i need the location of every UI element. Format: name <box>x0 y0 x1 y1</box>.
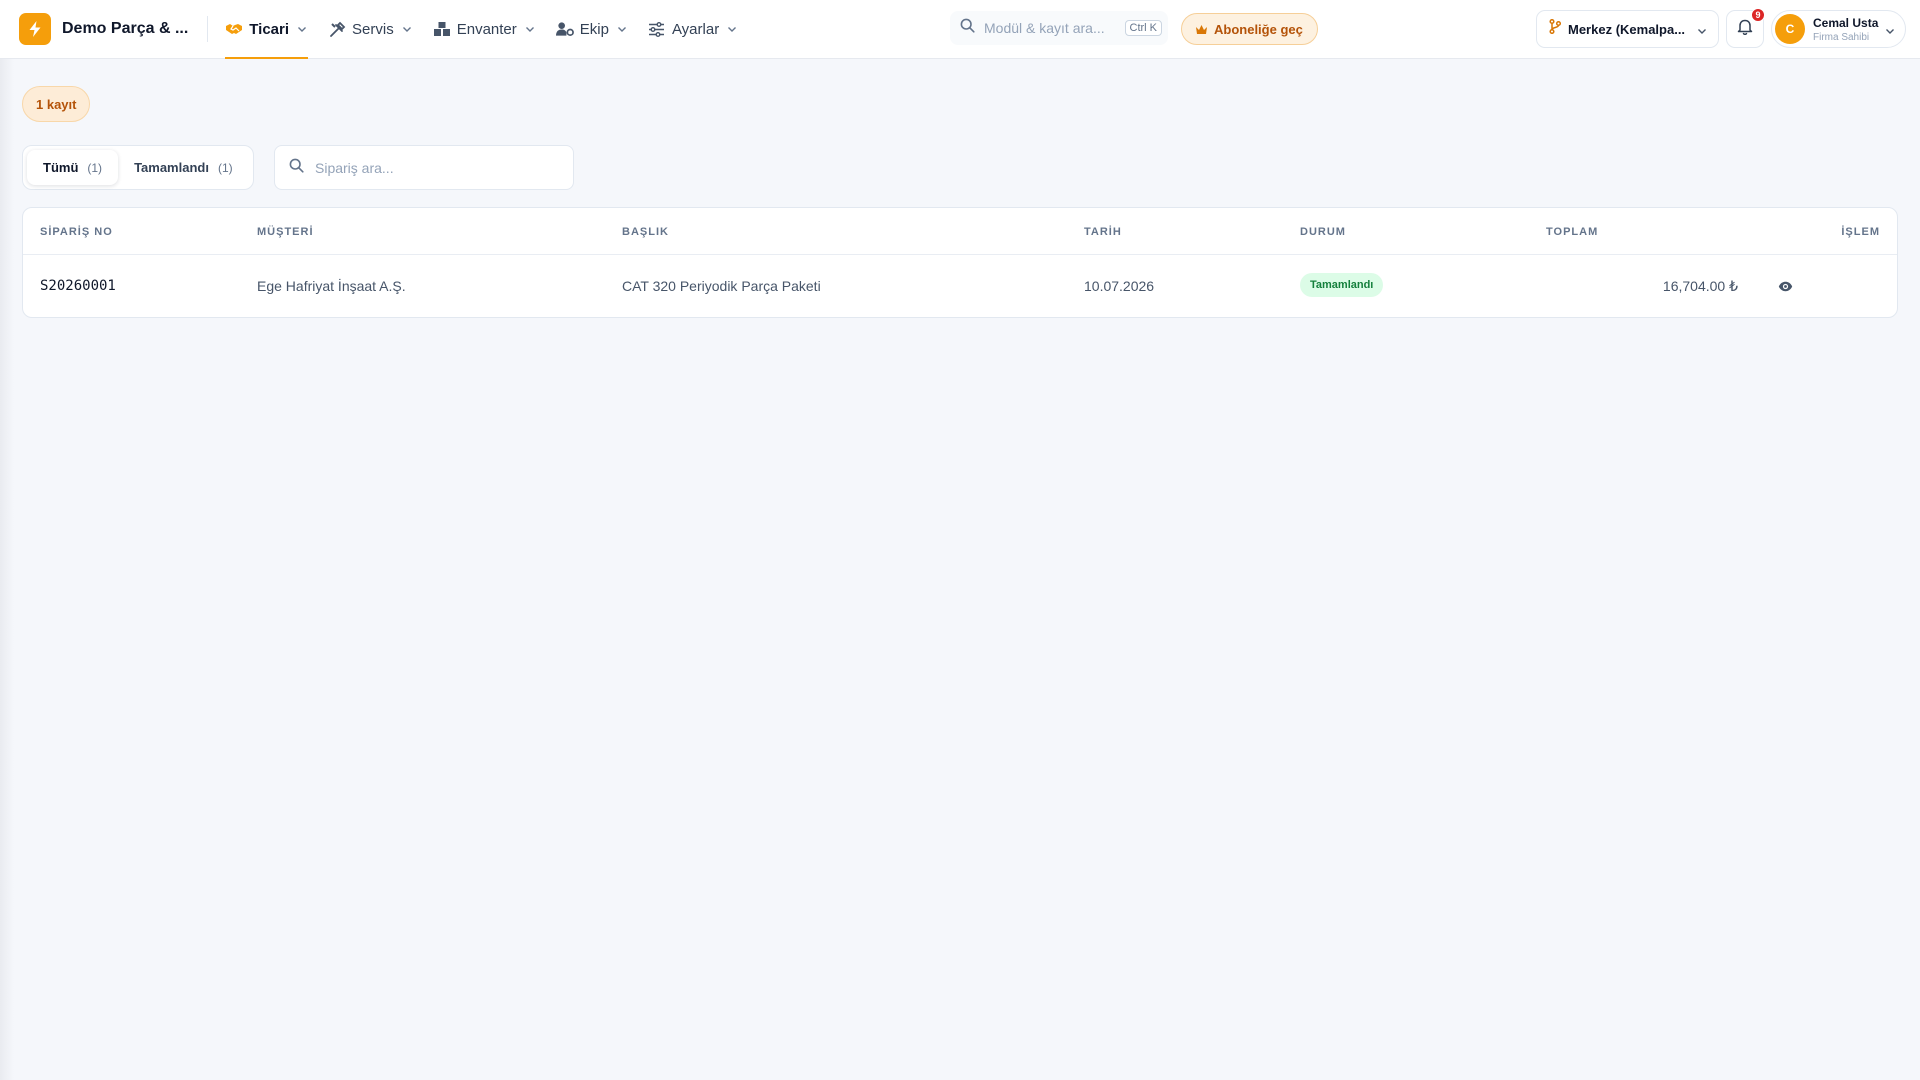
upgrade-label: Aboneliğe geç <box>1214 21 1303 37</box>
order-title: CAT 320 Periyodik Parça Paketi <box>622 278 821 294</box>
chevron-down-icon <box>616 23 628 35</box>
user-role: Firma Sahibi <box>1813 31 1870 43</box>
nav-ayarlar[interactable]: Ayarlar <box>648 0 738 59</box>
company-name: Demo Parça & ... <box>62 20 189 37</box>
global-search[interactable]: Modül & kayıt ara... Ctrl K <box>950 11 1168 45</box>
order-search <box>274 145 574 190</box>
tab-tumu[interactable]: Tümü (1) <box>27 150 119 185</box>
nav-servis[interactable]: Servis <box>328 0 413 59</box>
handshake-icon <box>225 20 243 38</box>
lightning-logo-icon <box>19 13 51 45</box>
nav-label: Envanter <box>456 20 517 38</box>
global-search-placeholder: Modül & kayıt ara... <box>984 20 1105 36</box>
chevron-down-icon <box>726 23 738 35</box>
table-header: SİPARİŞ NO MÜŞTERİ BAŞLIK TARİH DURUM TO… <box>23 208 1897 255</box>
nav-label: Ayarlar <box>671 20 720 38</box>
order-total: 16,704.00 ₺ <box>1662 278 1738 294</box>
col-total[interactable]: TOPLAM <box>1546 226 1598 238</box>
col-action: İŞLEM <box>1841 226 1880 238</box>
col-order-no[interactable]: SİPARİŞ NO <box>40 226 113 238</box>
orders-table: SİPARİŞ NO MÜŞTERİ BAŞLIK TARİH DURUM TO… <box>22 207 1898 318</box>
search-icon <box>289 158 304 178</box>
divider <box>207 16 209 42</box>
user-menu[interactable]: C Cemal Usta Firma Sahibi <box>1771 10 1906 48</box>
tab-label: Tamamlandı <box>134 160 209 175</box>
avatar: C <box>1775 14 1805 44</box>
nav-ticari[interactable]: Ticari <box>225 0 308 59</box>
main-nav: Ticari Servis Envanter Ekip Ayarlar <box>225 0 758 59</box>
bell-icon <box>1737 18 1753 40</box>
user-info: Cemal Usta Firma Sahibi <box>1813 16 1878 43</box>
chevron-down-icon <box>401 23 413 35</box>
users-cog-icon <box>555 20 574 38</box>
col-customer[interactable]: MÜŞTERİ <box>257 226 314 238</box>
top-navbar: Demo Parça & ... Ticari Servis Envanter <box>0 0 1920 59</box>
order-search-input[interactable] <box>315 159 555 176</box>
order-date: 10.07.2026 <box>1084 278 1155 294</box>
nav-label: Servis <box>352 20 394 38</box>
chevron-down-icon <box>296 23 308 35</box>
search-icon <box>960 18 975 38</box>
status-badge: Tamamlandı <box>1300 273 1384 297</box>
sliders-icon <box>648 20 666 38</box>
branch-selector[interactable]: Merkez (Kemalpa... <box>1536 10 1719 48</box>
tab-tamamlandi[interactable]: Tamamlandı (1) <box>118 150 249 185</box>
nav-ekip[interactable]: Ekip <box>555 0 628 59</box>
col-status[interactable]: DURUM <box>1300 226 1346 238</box>
page-edge-shadow <box>0 59 14 1080</box>
notification-count-badge: 9 <box>1751 8 1765 22</box>
tab-count: (1) <box>87 160 103 175</box>
chevron-down-icon <box>1884 24 1896 42</box>
boxes-icon <box>433 20 451 38</box>
notifications-button[interactable]: 9 <box>1726 8 1765 48</box>
shortcut-hint: Ctrl K <box>1124 20 1162 36</box>
order-no[interactable]: S20260001 <box>40 278 116 294</box>
col-date[interactable]: TARİH <box>1084 226 1122 238</box>
upgrade-button[interactable]: Aboneliğe geç <box>1181 13 1318 45</box>
col-title[interactable]: BAŞLIK <box>622 226 669 238</box>
status-filter-tabs: Tümü (1) Tamamlandı (1) <box>22 145 254 190</box>
chevron-down-icon <box>524 23 536 35</box>
tab-count: (1) <box>217 160 233 175</box>
crown-icon <box>1195 24 1208 35</box>
eye-icon[interactable] <box>1777 278 1793 294</box>
brand[interactable]: Demo Parça & ... <box>19 0 188 59</box>
git-branch-icon <box>1549 18 1562 39</box>
tab-label: Tümü <box>43 160 79 175</box>
customer-name: Ege Hafriyat İnşaat A.Ş. <box>257 278 406 294</box>
user-name: Cemal Usta <box>1813 15 1879 30</box>
branch-label: Merkez (Kemalpa... <box>1568 21 1686 37</box>
chevron-down-icon <box>1696 24 1708 42</box>
nav-label: Ticari <box>249 20 290 38</box>
tools-icon <box>328 20 346 38</box>
record-count-badge: 1 kayıt <box>22 86 91 122</box>
nav-envanter[interactable]: Envanter <box>433 0 536 59</box>
table-row[interactable]: S20260001 Ege Hafriyat İnşaat A.Ş. CAT 3… <box>23 255 1897 317</box>
nav-label: Ekip <box>579 20 609 38</box>
